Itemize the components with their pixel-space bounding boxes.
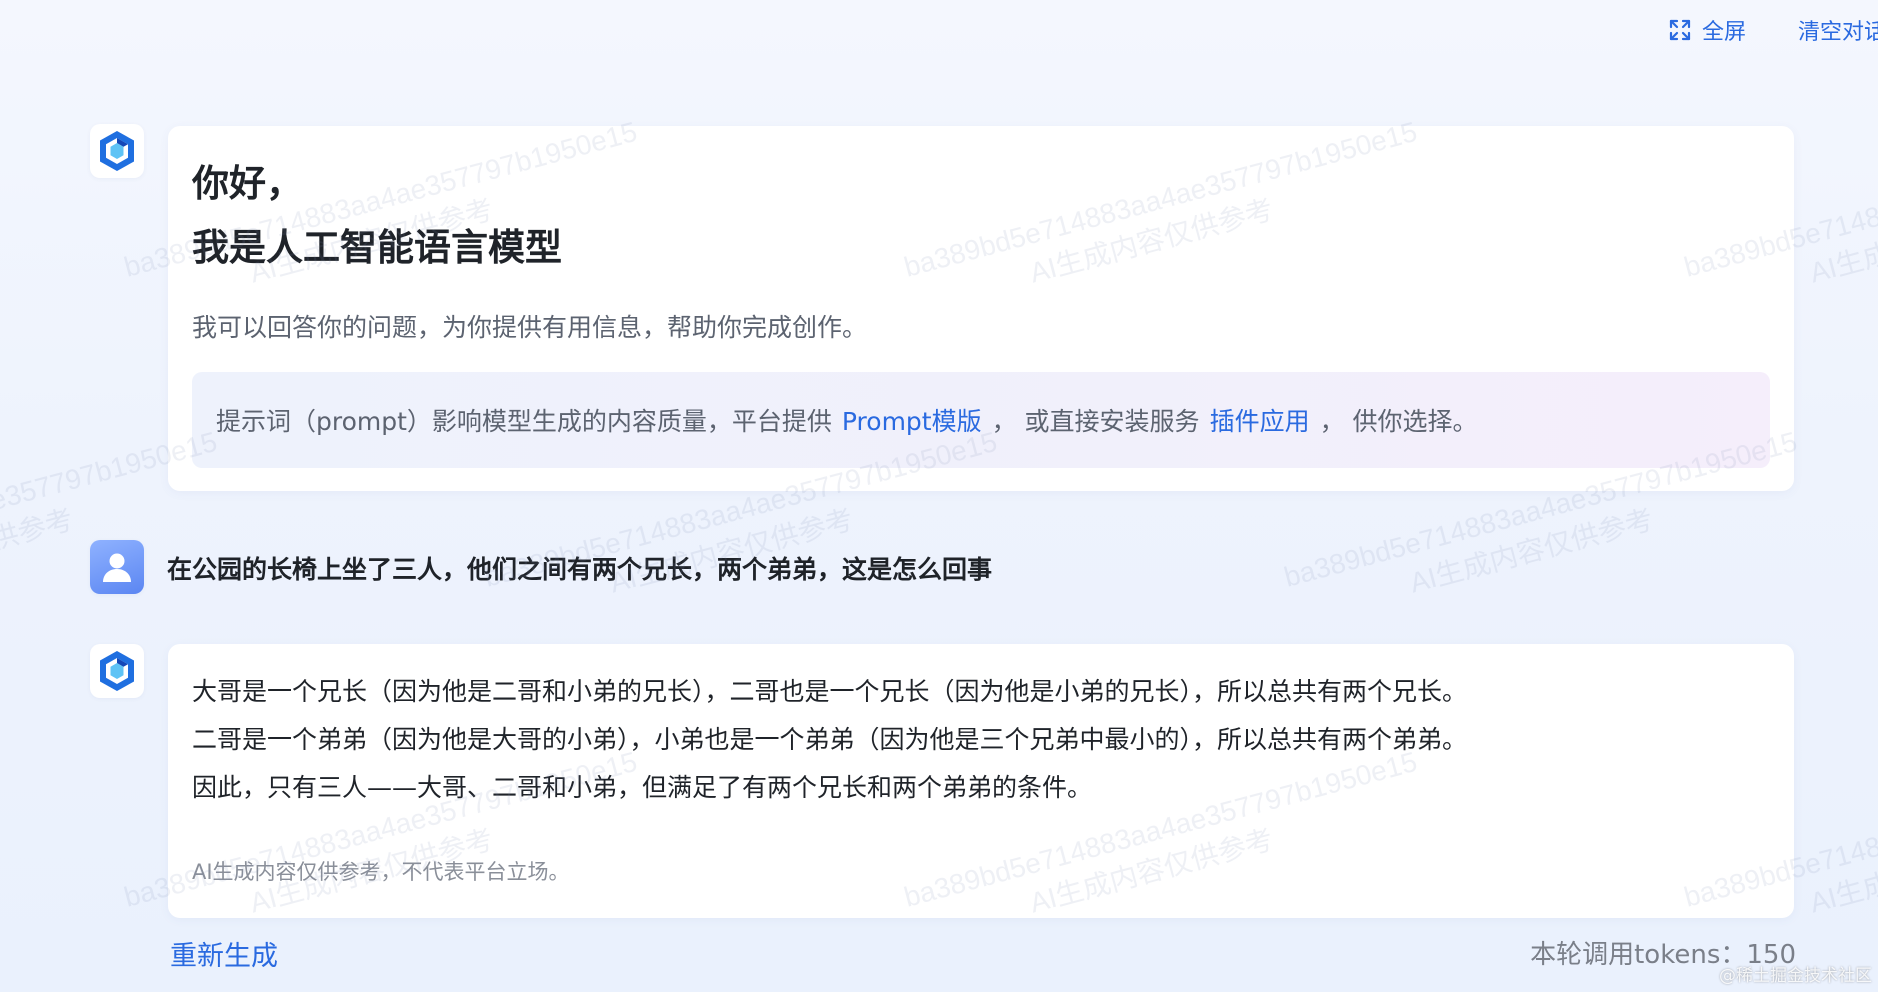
site-watermark: @稀土掘金技术社区 — [1719, 966, 1872, 986]
greeting-line-2: 我是人工智能语言模型 — [192, 226, 562, 269]
regenerate-button[interactable]: 重新生成 — [170, 934, 278, 973]
plugin-apps-link[interactable]: 插件应用 — [1210, 402, 1310, 438]
assistant-avatar — [90, 124, 144, 178]
greeting-line-1: 你好， — [192, 162, 303, 205]
answer-line: 因此，只有三人——大哥、二哥和小弟，但满足了有两个兄长和两个弟弟的条件。 — [192, 773, 1093, 802]
answer-line: 二哥是一个弟弟（因为他是大哥的小弟），小弟也是一个弟弟（因为他是三个兄弟中最小的… — [192, 725, 1468, 754]
welcome-description: 我可以回答你的问题，为你提供有用信息，帮助你完成创作。 — [192, 313, 868, 342]
fullscreen-button[interactable]: 全屏 — [1668, 14, 1746, 46]
top-toolbar: 全屏 清空对话 — [1668, 12, 1878, 48]
tip-middle: ， 或直接安装服务 — [991, 407, 1200, 436]
prompt-templates-link[interactable]: Prompt模版 — [842, 402, 982, 438]
assistant-avatar — [90, 644, 144, 698]
prompt-tip-box: 提示词（prompt）影响模型生成的内容质量，平台提供 Prompt模版 ， 或… — [192, 372, 1770, 468]
clear-conversation-button[interactable]: 清空对话 — [1798, 14, 1878, 46]
ai-disclaimer: AI生成内容仅供参考，不代表平台立场。 — [192, 860, 570, 884]
hexagon-logo-icon — [100, 131, 134, 171]
user-avatar — [90, 540, 144, 594]
answer-card: 大哥是一个兄长（因为他是二哥和小弟的兄长），二哥也是一个兄长（因为他是小弟的兄长… — [168, 644, 1794, 918]
fullscreen-label: 全屏 — [1701, 20, 1746, 45]
tip-prefix: 提示词（prompt）影响模型生成的内容质量，平台提供 — [216, 407, 832, 436]
expand-icon — [1668, 18, 1692, 42]
answer-line: 大哥是一个兄长（因为他是二哥和小弟的兄长），二哥也是一个兄长（因为他是小弟的兄长… — [192, 677, 1468, 706]
user-message: 在公园的长椅上坐了三人，他们之间有两个兄长，两个弟弟，这是怎么回事 — [167, 555, 993, 584]
greeting-title: 你好， 我是人工智能语言模型 — [192, 152, 562, 280]
user-icon — [103, 553, 131, 582]
tip-suffix: ， 供你选择。 — [1319, 407, 1478, 436]
answer-text: 大哥是一个兄长（因为他是二哥和小弟的兄长），二哥也是一个兄长（因为他是小弟的兄长… — [192, 668, 1467, 812]
welcome-card: 你好， 我是人工智能语言模型 我可以回答你的问题，为你提供有用信息，帮助你完成创… — [168, 126, 1794, 491]
hexagon-logo-icon — [100, 651, 134, 691]
clear-conversation-label: 清空对话 — [1798, 20, 1878, 45]
